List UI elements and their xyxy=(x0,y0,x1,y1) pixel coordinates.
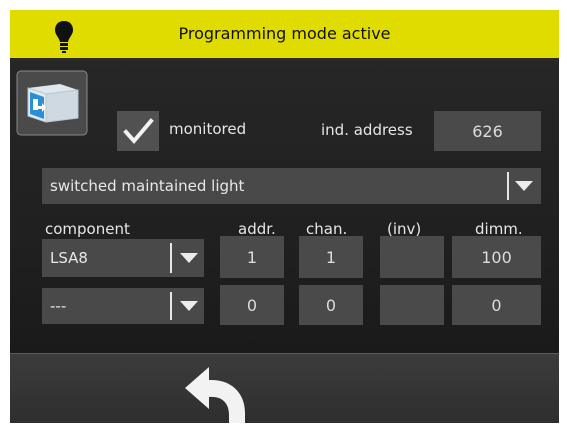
emergency-exit-sign-icon[interactable] xyxy=(16,70,88,136)
control-panel: Programming mode active monitored ind. a… xyxy=(10,10,559,423)
chevron-down-icon xyxy=(180,301,198,311)
chevron-down-icon xyxy=(180,253,198,263)
mode-select[interactable]: switched maintained light xyxy=(42,168,541,204)
chan-field-1[interactable]: 1 xyxy=(299,236,363,278)
dimm-field-1[interactable]: 100 xyxy=(452,236,541,278)
mode-select-value: switched maintained light xyxy=(50,177,245,195)
select-separator xyxy=(170,292,172,320)
component-select-value: --- xyxy=(50,297,67,315)
monitored-label: monitored xyxy=(169,120,247,138)
chevron-down-icon xyxy=(515,181,533,191)
addr-field-1[interactable]: 1 xyxy=(220,236,284,278)
column-component: component xyxy=(45,220,130,238)
monitored-checkbox[interactable] xyxy=(117,111,159,151)
back-button[interactable] xyxy=(182,363,254,423)
inv-toggle-1[interactable] xyxy=(380,236,444,278)
component-select-value: LSA8 xyxy=(50,249,88,267)
screen: Programming mode active monitored ind. a… xyxy=(0,0,567,430)
status-header: Programming mode active xyxy=(10,10,559,60)
back-arrow-icon xyxy=(185,367,245,423)
dimm-field-2[interactable]: 0 xyxy=(452,285,541,325)
select-separator xyxy=(170,243,172,273)
bottom-bar xyxy=(10,353,559,423)
mode-select-separator xyxy=(507,172,509,200)
ind-address-label: ind. address xyxy=(321,121,413,139)
ind-address-field[interactable]: 626 xyxy=(434,111,541,151)
chan-field-2[interactable]: 0 xyxy=(299,285,363,325)
status-title: Programming mode active xyxy=(178,24,391,43)
inv-toggle-2[interactable] xyxy=(380,285,444,325)
component-select-2[interactable]: --- xyxy=(42,288,204,324)
component-select-1[interactable]: LSA8 xyxy=(42,239,204,277)
checkmark-icon xyxy=(123,118,154,145)
addr-field-2[interactable]: 0 xyxy=(220,285,284,325)
